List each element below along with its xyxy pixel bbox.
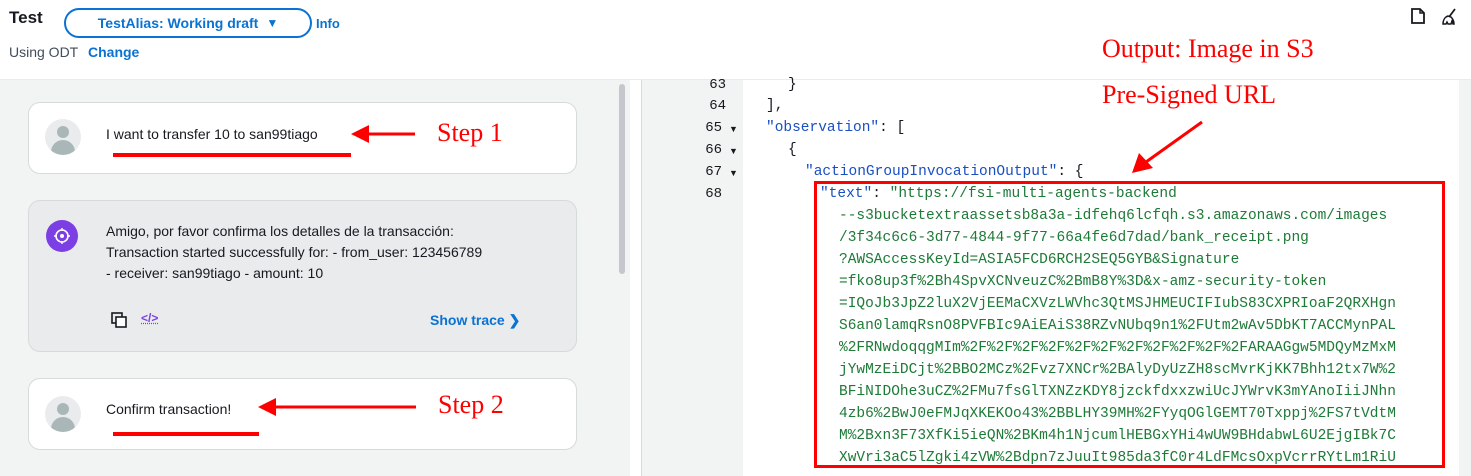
code-view-icon[interactable]: </> <box>141 311 158 325</box>
show-trace-label: Show trace <box>430 312 505 328</box>
odt-text: Using ODT <box>9 44 79 60</box>
bot-avatar-icon <box>46 220 78 252</box>
code-line: "actionGroupInvocationOutput": { <box>805 164 1083 180</box>
document-icon[interactable] <box>1411 8 1425 28</box>
copy-icon[interactable] <box>110 311 128 333</box>
user-message-text: I want to transfer 10 to san99tiago <box>106 126 318 142</box>
line-number: 64 <box>709 98 726 114</box>
page-title: Test <box>9 8 43 27</box>
step1-arrow-icon <box>351 125 415 143</box>
fold-arrow-icon[interactable]: ▼ <box>729 168 738 178</box>
json-punct: : { <box>1057 164 1084 180</box>
step2-arrow-icon <box>258 398 416 416</box>
caret-down-icon: ▼ <box>266 16 279 30</box>
code-line: } <box>788 77 797 93</box>
output-annotation-line2: Pre-Signed URL <box>1098 80 1281 110</box>
step1-underline <box>113 153 351 157</box>
json-punct: : [ <box>879 120 906 136</box>
user-avatar-icon <box>45 119 81 155</box>
change-odt-link[interactable]: Change <box>88 44 139 60</box>
line-number: 66 <box>705 142 722 158</box>
app-root: Test TestAlias: Working draft ▼ Info Usi… <box>0 0 1471 476</box>
agent-message-line: Amigo, por favor confirma los detalles d… <box>106 223 454 239</box>
show-trace-link[interactable]: Show trace ❯ <box>430 312 520 329</box>
chat-scrollbar[interactable] <box>619 84 625 274</box>
agent-message-line: - receiver: san99tiago - amount: 10 <box>106 265 324 281</box>
line-number: 67 <box>705 164 722 180</box>
chevron-right-icon: ❯ <box>508 312 521 328</box>
step2-label: Step 2 <box>438 390 504 419</box>
line-number-gutter <box>642 80 743 476</box>
user-avatar-icon <box>45 396 81 432</box>
agent-message-line: Transaction started successfully for: - … <box>106 244 483 260</box>
fold-arrow-icon[interactable]: ▼ <box>729 124 738 134</box>
alias-label: TestAlias: Working draft <box>97 15 259 31</box>
code-line: "observation": [ <box>766 120 905 136</box>
line-number: 68 <box>705 186 722 202</box>
fold-arrow-icon[interactable]: ▼ <box>729 146 738 156</box>
step2-underline <box>113 432 259 436</box>
user-message-text: Confirm transaction! <box>106 401 232 417</box>
output-annotation-line1: Output: Image in S3 <box>1098 34 1318 64</box>
line-number: 65 <box>705 120 722 136</box>
info-link[interactable]: Info <box>316 16 340 31</box>
alias-dropdown[interactable]: TestAlias: Working draft ▼ <box>64 8 312 38</box>
line-number: 63 <box>709 77 726 93</box>
editor-scrollbar[interactable] <box>1459 80 1471 476</box>
code-line: { <box>788 142 797 158</box>
broom-icon[interactable] <box>1441 8 1459 30</box>
json-key: "observation" <box>766 120 880 136</box>
json-key: "actionGroupInvocationOutput" <box>805 164 1058 180</box>
output-arrow-icon <box>1132 120 1203 173</box>
output-highlight-box <box>814 181 1445 468</box>
step1-label: Step 1 <box>437 118 503 147</box>
code-line: ], <box>766 98 784 114</box>
